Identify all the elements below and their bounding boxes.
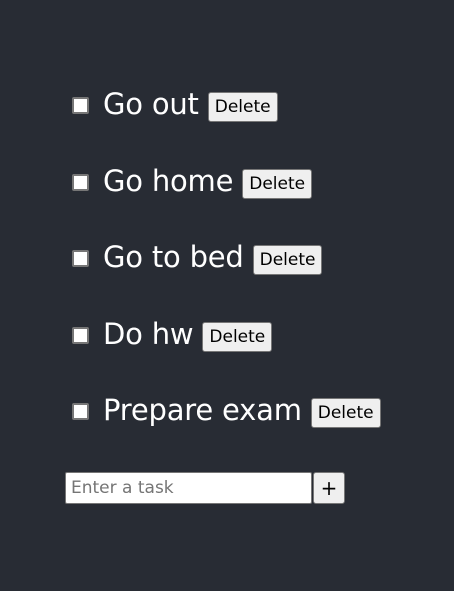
task-checkbox[interactable]	[72, 403, 89, 420]
task-label: Do hw	[103, 316, 194, 351]
add-task-form: +	[65, 472, 345, 504]
delete-button[interactable]: Delete	[202, 321, 273, 352]
task-label: Go to bed	[103, 240, 244, 274]
delete-button[interactable]: Delete	[310, 398, 381, 428]
delete-button[interactable]: Delete	[252, 245, 323, 275]
todo-item: Do hw Delete	[70, 314, 381, 354]
task-checkbox[interactable]	[72, 173, 89, 191]
task-label: Prepare exam	[103, 393, 302, 427]
delete-button[interactable]: Delete	[207, 92, 278, 122]
todo-item: Go out Delete	[70, 84, 381, 124]
todo-list: Go out Delete Go home Delete Go to bed D…	[70, 84, 381, 467]
task-input[interactable]	[65, 472, 312, 504]
todo-item: Go home Delete	[70, 161, 381, 201]
task-checkbox[interactable]	[72, 97, 89, 114]
todo-item: Prepare exam Delete	[70, 390, 381, 430]
delete-button[interactable]: Delete	[242, 168, 313, 199]
task-label: Go home	[103, 163, 234, 198]
task-checkbox[interactable]	[72, 250, 89, 267]
todo-item: Go to bed Delete	[70, 237, 381, 277]
add-task-button[interactable]: +	[313, 472, 345, 504]
task-label: Go out	[103, 87, 199, 121]
task-checkbox[interactable]	[72, 326, 89, 344]
